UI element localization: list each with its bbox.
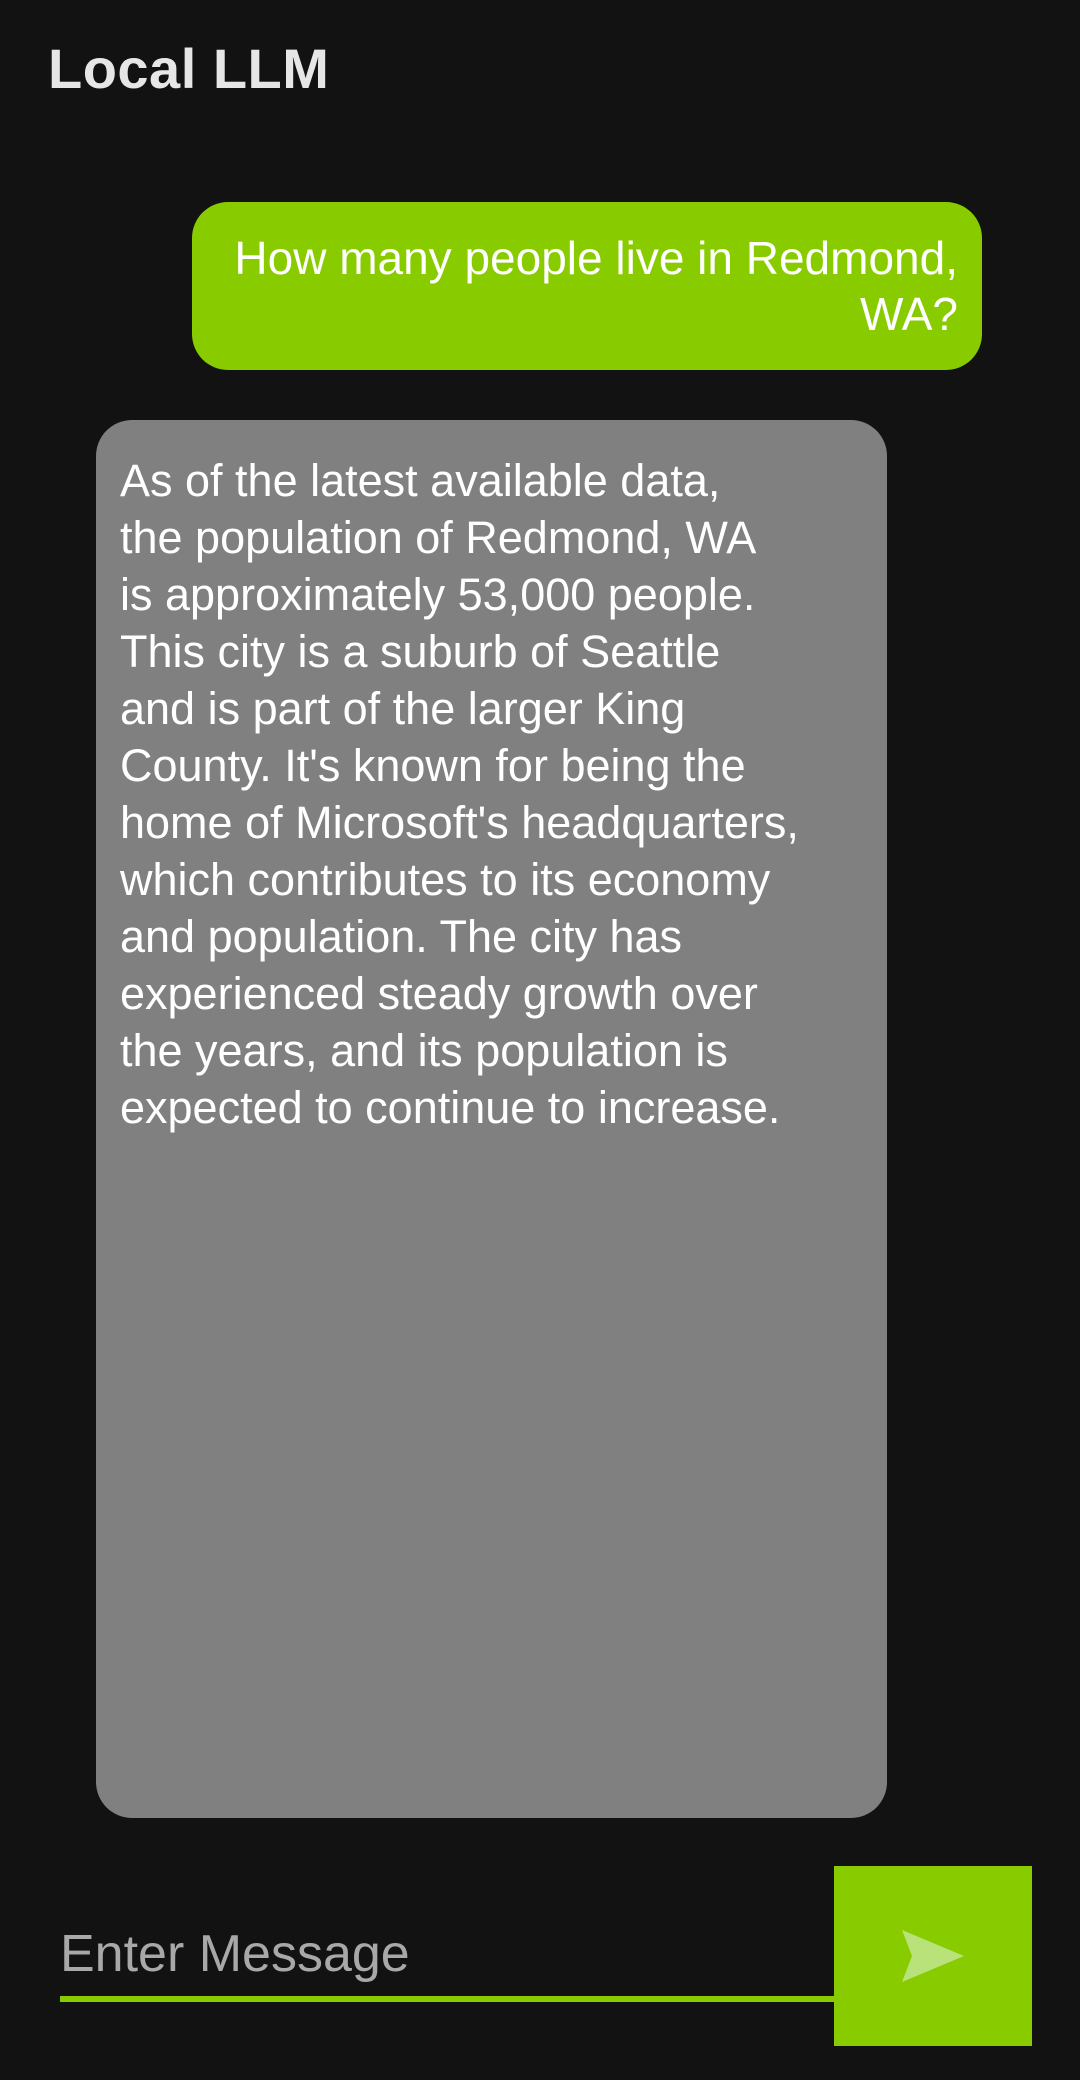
assistant-message-line: experienced steady growth over [120,968,758,1019]
user-message-bubble: How many people live in Redmond, WA? [192,202,982,370]
app-title: Local LLM [48,37,330,100]
user-message-text: How many people live in Redmond, WA? [234,232,958,340]
message-input[interactable] [60,1912,834,2002]
assistant-message-line: is approximately 53,000 people. [120,569,756,620]
send-button[interactable] [834,1866,1032,2046]
assistant-message-bubble: As of the latest available data, the pop… [96,420,887,1818]
assistant-message-line: and population. The city has [120,911,683,962]
assistant-message-line: This city is a suburb of Seattle [120,626,721,677]
send-icon [902,1930,964,1982]
assistant-message-line: County. It's known for being the [120,740,746,791]
assistant-message-line: expected to continue to increase. [120,1082,781,1133]
assistant-message-line: the population of Redmond, WA [120,512,757,563]
assistant-message-line: the years, and its population is [120,1025,728,1076]
assistant-message-line: and is part of the larger King [120,683,686,734]
assistant-message-line: which contributes to its economy [120,854,771,905]
assistant-message-line: home of Microsoft's headquarters, [120,797,799,848]
assistant-message-line: As of the latest available data, [120,455,721,506]
